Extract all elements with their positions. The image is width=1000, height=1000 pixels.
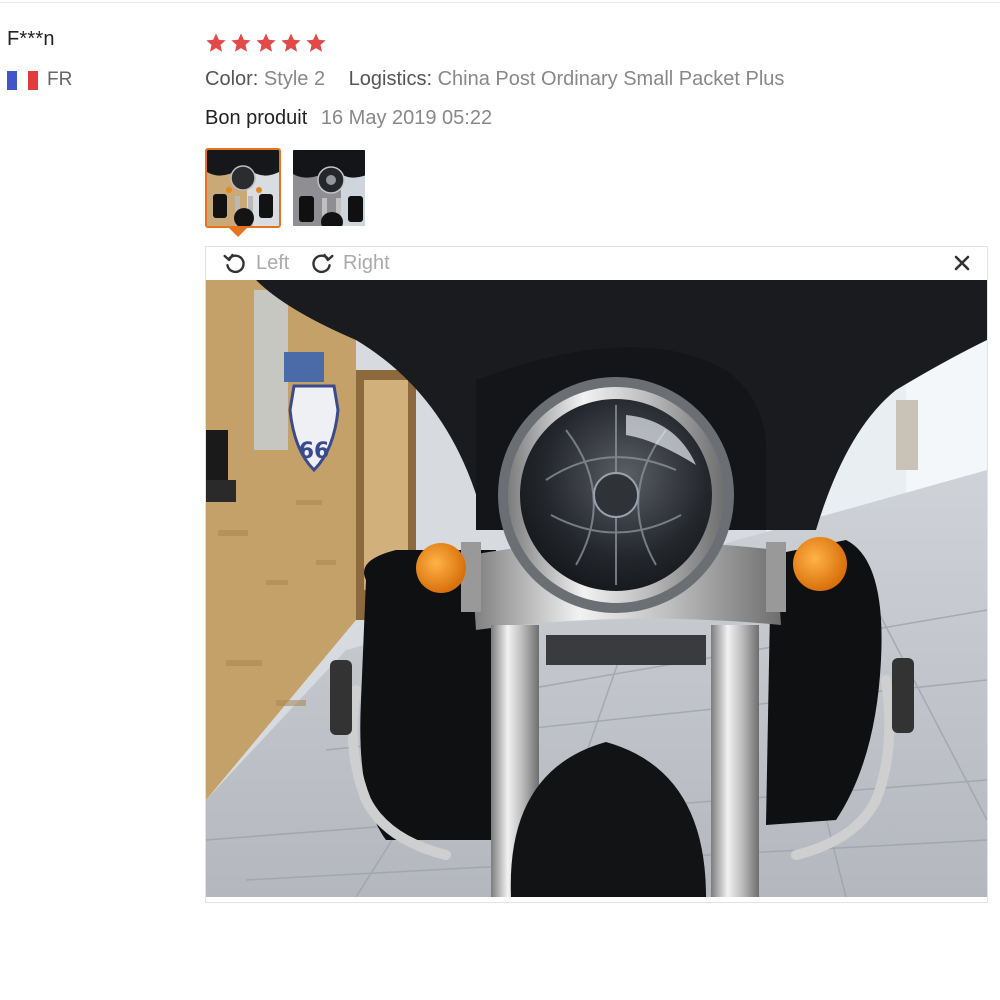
star-icon: [256, 33, 276, 52]
rotate-right-icon: [312, 253, 334, 274]
review-photo-large: 66: [206, 280, 987, 897]
photo-thumbnails: [205, 148, 995, 237]
rotate-right-button[interactable]: Right: [309, 250, 390, 276]
reviewer-info: F***n FR: [7, 28, 187, 91]
color-value: Style 2: [263, 68, 326, 90]
reviewer-name: F***n: [7, 28, 55, 50]
thumb-photo-2: [293, 150, 365, 226]
color-label: Color:: [205, 68, 259, 90]
rotate-left-icon: [223, 253, 245, 274]
review-content: Color: Style 2 Logistics: China Post Ord…: [205, 28, 995, 237]
svg-text:66: 66: [299, 439, 330, 464]
logistics-attribute: Logistics: China Post Ordinary Small Pac…: [349, 68, 785, 90]
rotate-left-label: Left: [256, 251, 290, 274]
top-divider: [0, 2, 1000, 3]
close-icon[interactable]: [951, 252, 973, 274]
feedback-line: Bon produit 16 May 2019 05:22: [205, 107, 995, 130]
star-icon: [281, 33, 301, 52]
review-photo-thumb-2[interactable]: [291, 148, 367, 228]
active-thumb-indicator: [229, 228, 247, 237]
star-icon: [206, 33, 226, 52]
order-attributes: Color: Style 2 Logistics: China Post Ord…: [205, 68, 995, 91]
rotate-left-button[interactable]: Left: [222, 250, 289, 276]
thumb-photo-1: [207, 150, 279, 226]
star-icon: [231, 33, 251, 52]
feedback-text: Bon produit: [205, 107, 308, 129]
viewer-toolbar: Left Right: [206, 247, 987, 280]
star-rating: [205, 28, 995, 58]
logistics-label: Logistics:: [348, 68, 433, 90]
france-flag-icon: [7, 70, 38, 90]
review-date: 16 May 2019 05:22: [320, 107, 493, 129]
rotate-right-label: Right: [343, 251, 390, 274]
photo-viewer: Left Right 66: [205, 246, 988, 903]
logistics-value: China Post Ordinary Small Packet Plus: [437, 68, 785, 90]
star-icon: [306, 33, 326, 52]
reviewer-country: FR: [7, 69, 187, 91]
country-code: FR: [47, 69, 73, 90]
color-attribute: Color: Style 2: [205, 68, 331, 90]
review-photo-thumb-1[interactable]: [205, 148, 281, 228]
